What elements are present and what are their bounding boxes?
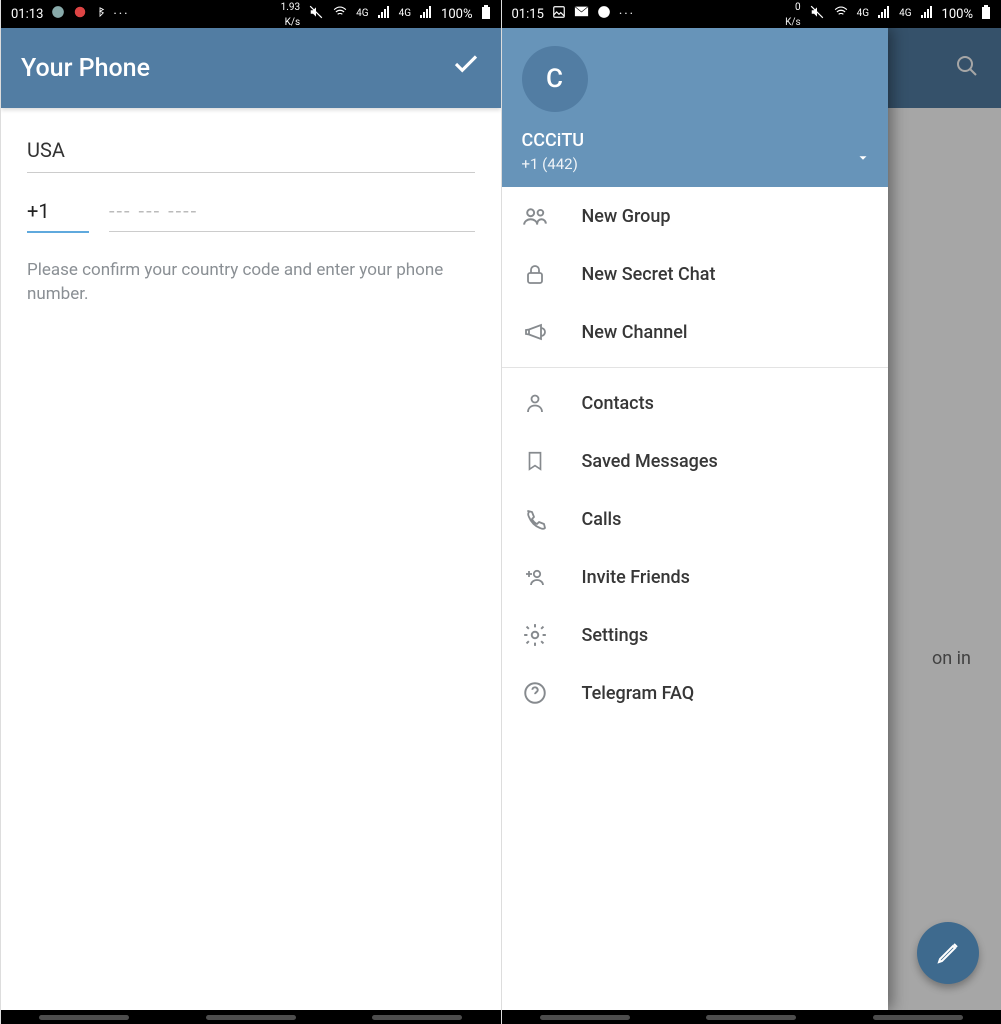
- menu-item-invite-friends[interactable]: Invite Friends: [502, 548, 888, 606]
- nav-back[interactable]: [873, 1015, 963, 1020]
- status-battery-pct: 100%: [441, 7, 472, 22]
- nav-recent[interactable]: [540, 1015, 630, 1020]
- bookmark-icon: [522, 448, 548, 474]
- invite-icon: [522, 565, 548, 589]
- lock-icon: [522, 261, 548, 287]
- compose-fab[interactable]: [917, 922, 979, 984]
- menu-item-contacts[interactable]: Contacts: [502, 374, 888, 432]
- menu-item-label: Telegram FAQ: [582, 683, 695, 704]
- menu-item-label: Invite Friends: [582, 567, 690, 588]
- menu-item-calls[interactable]: Calls: [502, 490, 888, 548]
- phone-icon: [522, 507, 548, 531]
- screen-your-phone: 01:13 ··· 1.93K/s 4G 4G: [0, 0, 501, 1024]
- helper-text: Please confirm your country code and ent…: [27, 259, 475, 307]
- status-net-1: 4G: [356, 9, 368, 19]
- menu-item-label: Saved Messages: [582, 451, 718, 472]
- country-select[interactable]: USA: [27, 130, 475, 173]
- menu-item-label: Calls: [582, 509, 622, 530]
- menu-item-saved-messages[interactable]: Saved Messages: [502, 432, 888, 490]
- page-title: Your Phone: [21, 54, 150, 83]
- signal-icon-2: [419, 6, 433, 22]
- nav-recent[interactable]: [39, 1015, 129, 1020]
- screen-drawer: 01:15 ··· 0K/s 4G 4G 100%: [501, 0, 1001, 1024]
- status-more-icon: ···: [113, 7, 129, 22]
- status-bt-icon: [95, 5, 105, 23]
- menu-item-settings[interactable]: Settings: [502, 606, 888, 664]
- signal-icon-1: [377, 6, 391, 22]
- mute-icon: [308, 5, 324, 23]
- android-nav-bar: [502, 1010, 1001, 1024]
- nav-home[interactable]: [206, 1015, 296, 1020]
- status-time: 01:13: [11, 7, 43, 22]
- account-toggle[interactable]: [856, 150, 870, 169]
- gear-icon: [522, 622, 548, 648]
- status-net-2: 4G: [399, 9, 411, 19]
- phone-number-input[interactable]: --- --- ----: [109, 191, 475, 232]
- android-nav-bar: [1, 1010, 501, 1024]
- confirm-button[interactable]: [451, 49, 481, 87]
- megaphone-icon: [522, 320, 548, 344]
- drawer-header: C CCCiTU +1 (442): [502, 28, 888, 187]
- nav-back[interactable]: [372, 1015, 462, 1020]
- menu-item-label: Contacts: [582, 393, 654, 414]
- nav-home[interactable]: [706, 1015, 796, 1020]
- wifi-icon: [332, 5, 348, 23]
- group-icon: [522, 203, 548, 229]
- menu-item-new-channel[interactable]: New Channel: [502, 303, 888, 361]
- person-icon: [522, 390, 548, 416]
- country-code-input[interactable]: +1: [27, 191, 89, 233]
- menu-item-label: New Group: [582, 206, 671, 227]
- status-alert-icon: [73, 5, 87, 23]
- help-icon: [522, 680, 548, 706]
- phone-form: USA +1 --- --- ---- Please confirm your …: [1, 108, 501, 329]
- drawer-phone: +1 (442): [522, 155, 868, 173]
- navigation-drawer: C CCCiTU +1 (442) New Group New Secret Ch…: [502, 28, 888, 1010]
- battery-icon: [481, 5, 491, 24]
- menu-item-new-group[interactable]: New Group: [502, 187, 888, 245]
- menu-item-label: New Channel: [582, 322, 688, 343]
- avatar[interactable]: C: [522, 46, 588, 112]
- app-header: Your Phone: [1, 28, 501, 108]
- drawer-menu: New Group New Secret Chat New Channel Cont…: [502, 187, 888, 1010]
- menu-item-telegram-faq[interactable]: Telegram FAQ: [502, 664, 888, 722]
- status-app-icon: [51, 5, 65, 23]
- menu-item-label: Settings: [582, 625, 649, 646]
- drawer-username: CCCiTU: [522, 130, 868, 151]
- menu-item-label: New Secret Chat: [582, 264, 716, 285]
- menu-item-new-secret-chat[interactable]: New Secret Chat: [502, 245, 888, 303]
- status-bar: 01:13 ··· 1.93K/s 4G 4G: [1, 0, 501, 28]
- menu-divider: [502, 367, 888, 368]
- status-speed: 1.93K/s: [281, 0, 301, 29]
